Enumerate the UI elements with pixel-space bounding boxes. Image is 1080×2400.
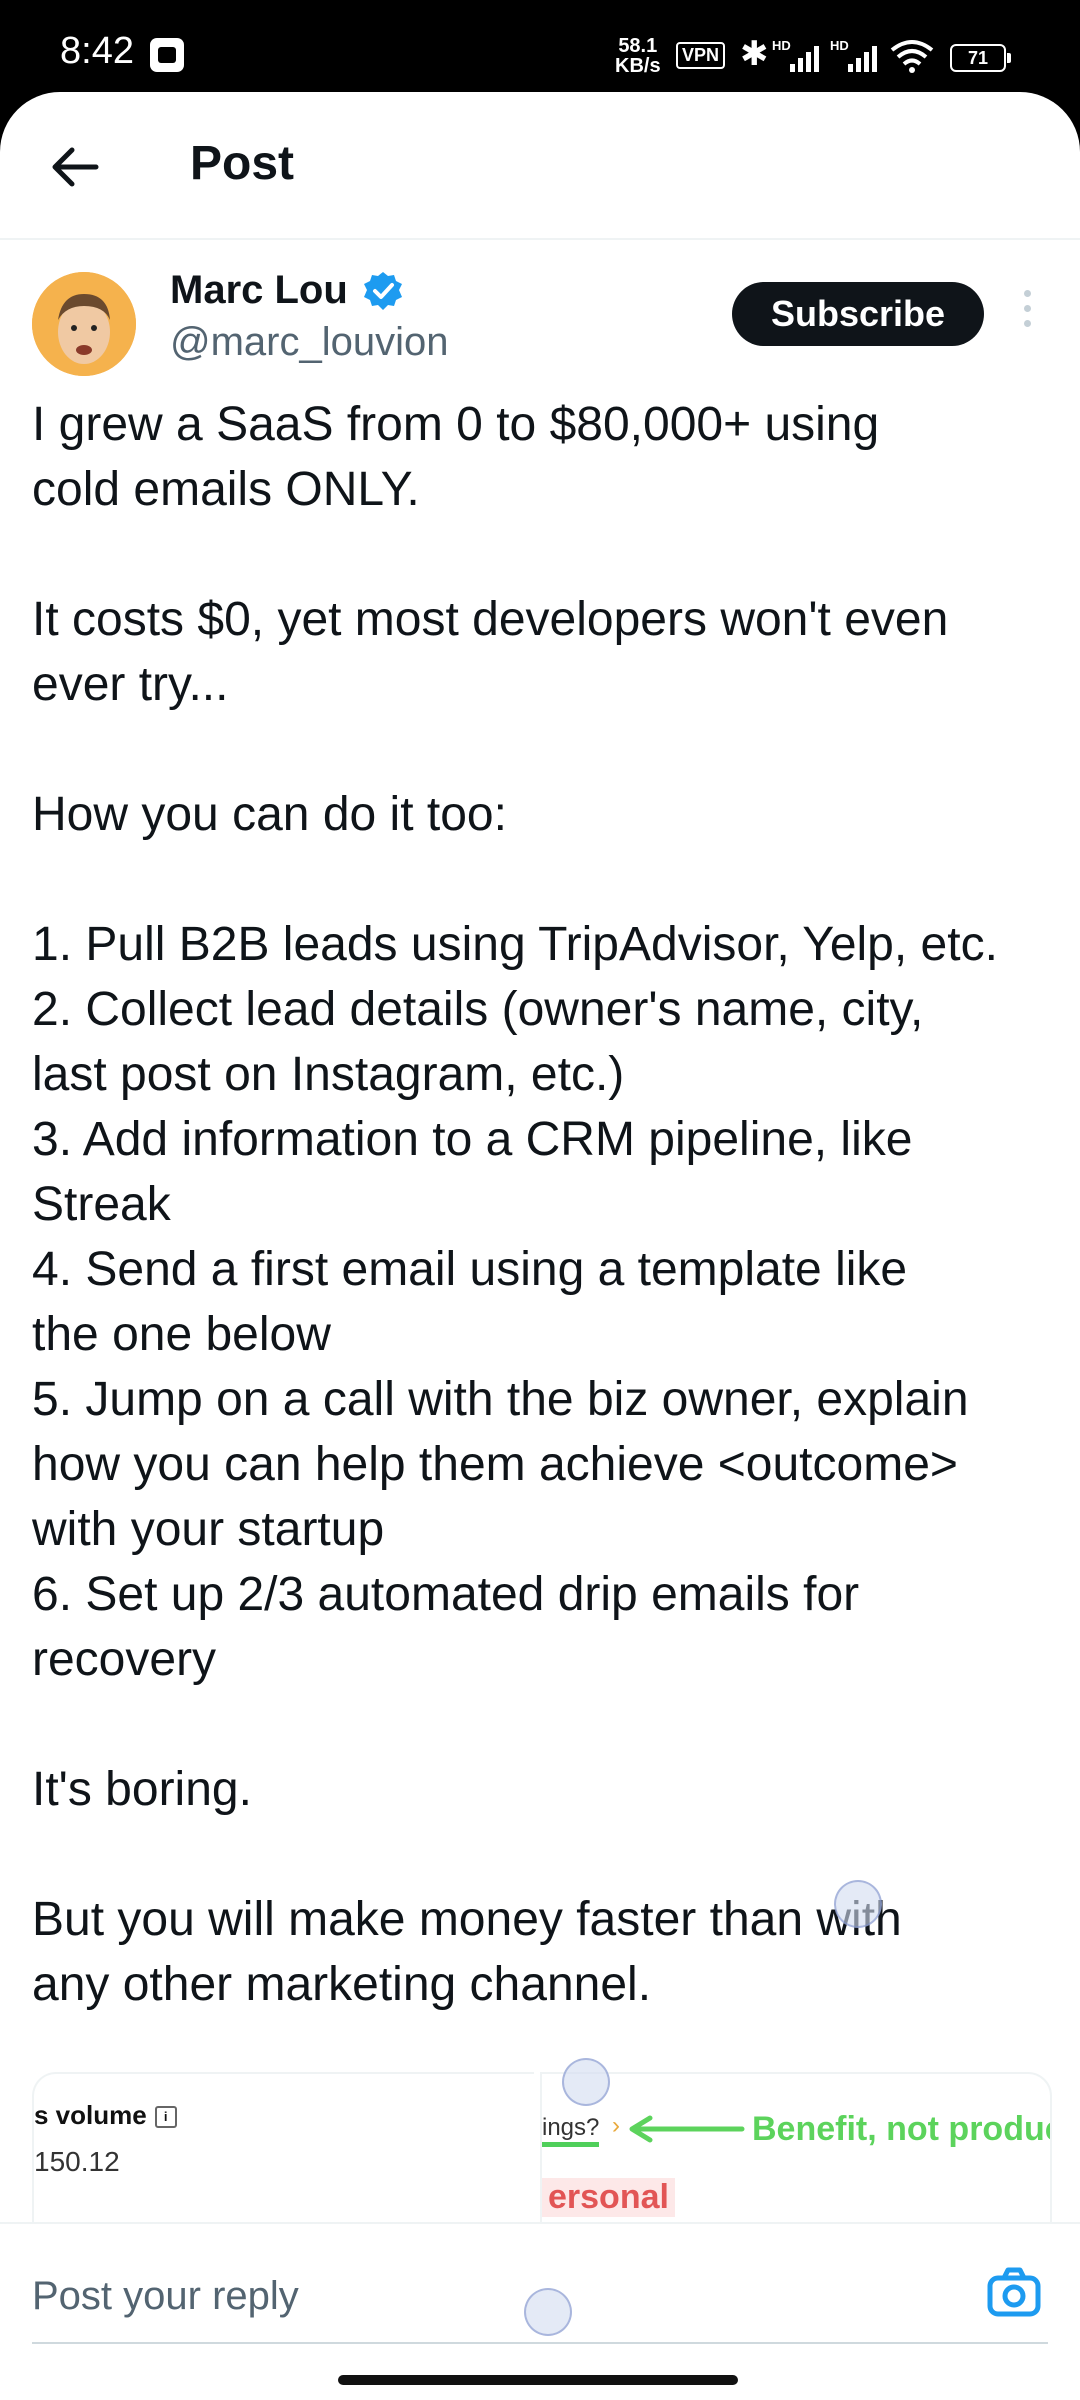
bluetooth-icon: ✱ (740, 35, 769, 73)
media-2-callout: Benefit, not produc (752, 2110, 1052, 2148)
info-icon: i (154, 2106, 177, 2129)
notification-app-icon (150, 38, 184, 72)
post-text: I grew a SaaS from 0 to $80,000+ using c… (32, 398, 998, 2011)
status-time: 8:42 (60, 30, 134, 72)
media-1-label: s volume i (34, 2100, 177, 2131)
signal-icon-2: HD (830, 38, 890, 72)
more-options-icon[interactable] (1012, 284, 1042, 344)
page-title: Post (190, 137, 295, 190)
wifi-icon (890, 40, 934, 73)
verified-badge-icon (364, 272, 402, 310)
media-2-question: ings? (542, 2114, 600, 2147)
avatar[interactable] (32, 272, 136, 376)
top-bar: Post (0, 92, 1080, 240)
touch-indicator (524, 2288, 572, 2336)
battery-icon: 71 (950, 44, 1011, 72)
avatar-face-image (32, 272, 136, 376)
home-indicator[interactable] (338, 2375, 738, 2385)
touch-indicator (834, 1880, 882, 1928)
touch-indicator (562, 2058, 610, 2106)
network-speed: 58.1 KB/s (615, 35, 661, 77)
author-handle[interactable]: @marc_louvion (170, 320, 449, 365)
media-2-highlight: ersonal (542, 2178, 675, 2217)
subscribe-button[interactable]: Subscribe (732, 282, 984, 346)
author-name[interactable]: Marc Lou (170, 268, 348, 313)
vpn-icon: VPN (676, 42, 726, 69)
post-screen: Post Marc Lou @marc_louvion Subscribe I … (0, 92, 1080, 2400)
chevron-icon: › (612, 2112, 620, 2139)
status-bar: 8:42 58.1 KB/s VPN ✱ HD HD 71 (0, 0, 1080, 100)
reply-divider (32, 2342, 1048, 2344)
signal-icon: HD (772, 38, 832, 72)
camera-icon[interactable] (986, 2264, 1042, 2320)
back-arrow-icon[interactable] (40, 132, 110, 202)
media-1-value: 150.12 (34, 2146, 120, 2177)
reply-input[interactable]: Post your reply (32, 2274, 299, 2319)
